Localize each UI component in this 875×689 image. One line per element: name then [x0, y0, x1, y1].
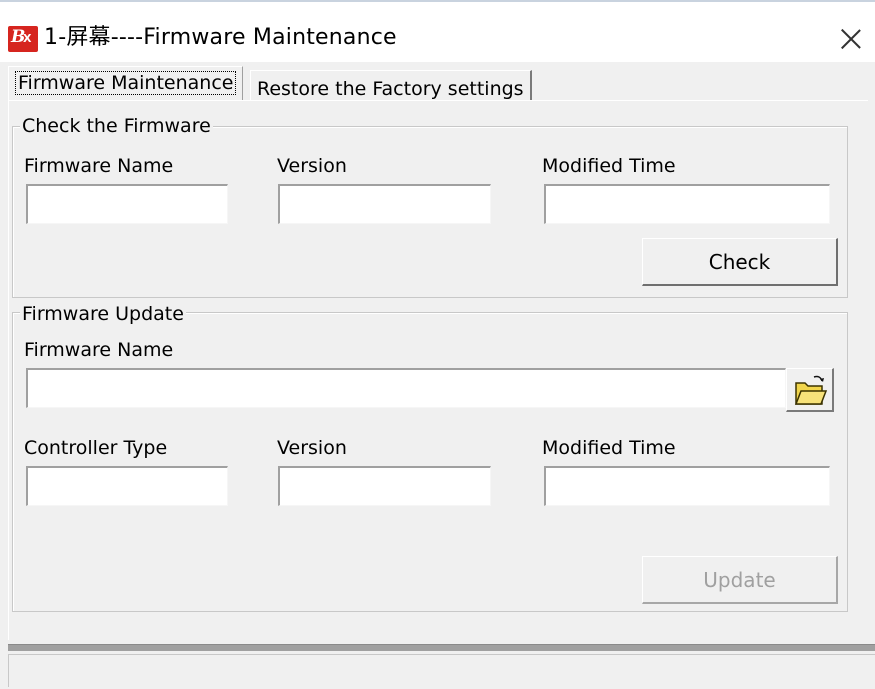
check-button[interactable]: Check [642, 238, 838, 286]
update-version-field[interactable] [278, 466, 491, 506]
update-firmware-name-field[interactable] [26, 368, 786, 408]
separator [8, 644, 875, 651]
dialog-client-area: Restore the Factory settings Firmware Ma… [0, 62, 875, 689]
window-title: 1-屏幕----Firmware Maintenance [44, 25, 397, 50]
window-top-border [0, 0, 875, 14]
open-folder-icon [794, 375, 828, 405]
firmware-name-label: Firmware Name [24, 155, 174, 177]
title-bar[interactable]: BX 1-屏幕----Firmware Maintenance [0, 14, 875, 62]
controller-type-field[interactable] [26, 466, 228, 506]
tab-firmware-maintenance[interactable]: Firmware Maintenance [8, 66, 244, 100]
update-version-label: Version [277, 437, 347, 459]
tab-restore-factory-settings[interactable]: Restore the Factory settings [250, 70, 532, 100]
tab-label: Firmware Maintenance [15, 71, 237, 95]
version-label: Version [277, 155, 347, 177]
update-modified-time-label: Modified Time [542, 437, 676, 459]
group-legend-update: Firmware Update [20, 302, 186, 326]
tab-label: Restore the Factory settings [257, 78, 524, 100]
update-firmware-name-label: Firmware Name [24, 339, 174, 361]
bx-logo-icon: BX [8, 26, 38, 52]
close-icon[interactable] [836, 24, 866, 54]
modified-time-label: Modified Time [542, 155, 676, 177]
browse-button[interactable] [786, 368, 834, 412]
status-bar [8, 654, 875, 687]
check-firmware-name-field[interactable] [26, 184, 228, 224]
check-version-field[interactable] [278, 184, 491, 224]
update-modified-time-field[interactable] [544, 466, 830, 506]
check-modified-time-field[interactable] [544, 184, 830, 224]
controller-type-label: Controller Type [24, 437, 168, 459]
group-legend-check: Check the Firmware [20, 114, 213, 138]
update-button[interactable]: Update [642, 556, 838, 604]
